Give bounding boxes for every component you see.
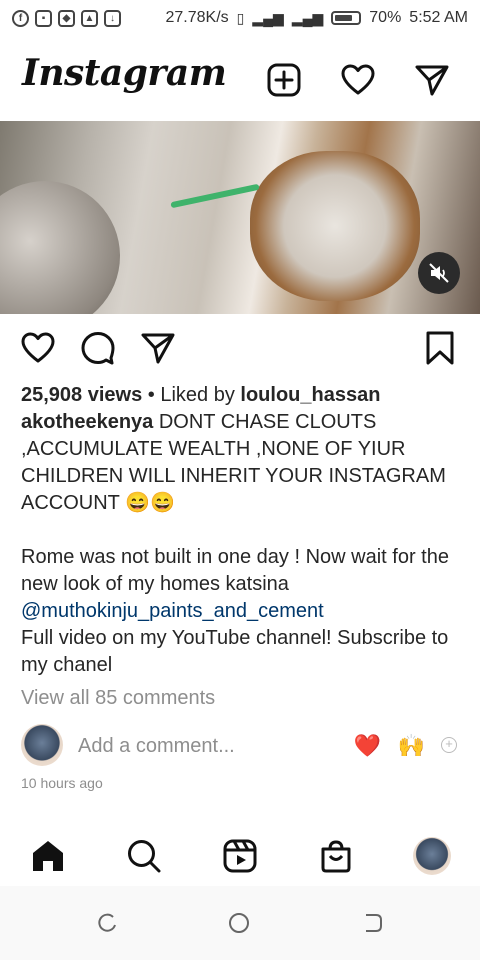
nav-shop[interactable] (316, 836, 356, 876)
battery-percent: 70% (369, 9, 402, 26)
back-icon[interactable] (362, 912, 384, 934)
signal-icon: ▂▄▆ (252, 9, 284, 26)
post-timestamp: 10 hours ago (21, 775, 103, 791)
caption-main: akotheekenya DONT CHASE CLOUTS ,ACCUMULA… (21, 409, 461, 517)
mute-button[interactable] (418, 252, 460, 294)
heart-emoji-button[interactable]: ❤️ (354, 733, 381, 759)
notification-icons: f ▪ ◆ ▲ ↓ (12, 9, 121, 27)
heart-icon[interactable] (340, 62, 376, 98)
post-caption: 25,908 views • Liked by loulou_hassan ak… (21, 382, 461, 679)
search-icon (128, 840, 161, 873)
instagram-logo[interactable]: Instagram (22, 52, 227, 94)
liked-by-user[interactable]: loulou_hassan (240, 384, 380, 406)
post-video[interactable] (0, 121, 480, 314)
shop-icon (321, 840, 351, 873)
new-post-icon[interactable] (266, 62, 302, 98)
gamepad-icon: ◆ (58, 9, 75, 27)
views-line: 25,908 views • Liked by loulou_hassan (21, 382, 461, 409)
video-frame-rock (250, 151, 420, 301)
caption-mention[interactable]: @muthokinju_paints_and_cement (21, 598, 461, 625)
nav-home[interactable] (28, 836, 68, 876)
status-right: 27.78K/s ▯ ▂▄▆ ▂▄▆ 70% 5:52 AM (165, 0, 468, 36)
muted-speaker-icon (429, 263, 449, 283)
nav-profile[interactable] (412, 836, 452, 876)
notification-app-icon: ▪ (35, 9, 52, 27)
more-emoji-icon[interactable]: + (441, 737, 457, 753)
clock: 5:52 AM (409, 9, 468, 26)
home-icon (33, 841, 63, 871)
battery-icon (331, 11, 362, 25)
recent-apps-icon[interactable] (96, 912, 118, 934)
liked-by-prefix: • Liked by (142, 384, 241, 406)
download-icon: ↓ (104, 9, 121, 27)
nav-search[interactable] (124, 836, 164, 876)
system-navigation-bar (0, 886, 480, 960)
comment-icon[interactable] (80, 330, 116, 366)
vibrate-icon: ▯ (236, 9, 245, 26)
video-frame-object (170, 183, 260, 209)
share-icon[interactable] (140, 330, 176, 366)
add-comment-row: Add a comment... ❤️ 🙌 + (21, 724, 461, 768)
caption-text-3: Full video on my YouTube channel! Subscr… (21, 627, 449, 676)
status-bar: f ▪ ◆ ▲ ↓ 27.78K/s ▯ ▂▄▆ ▂▄▆ 70% 5:52 AM (0, 0, 480, 36)
nav-reels[interactable] (220, 836, 260, 876)
image-icon: ▲ (81, 9, 98, 27)
bookmark-icon[interactable] (422, 330, 458, 366)
view-count[interactable]: 25,908 views (21, 384, 142, 406)
post-actions (0, 330, 480, 370)
video-frame-stone (0, 181, 120, 314)
signal-icon-2: ▂▄▆ (291, 9, 324, 26)
view-all-comments-link[interactable]: View all 85 comments (21, 687, 215, 710)
reels-icon (223, 839, 257, 873)
caption-text-2: Rome was not built in one day ! Now wait… (21, 546, 449, 595)
like-icon[interactable] (20, 330, 56, 366)
app-header: Instagram (0, 48, 480, 112)
post-author[interactable]: akotheekenya (21, 411, 153, 433)
raised-hands-emoji-button[interactable]: 🙌 (398, 733, 425, 759)
home-button-icon[interactable] (228, 912, 250, 934)
profile-avatar (413, 837, 451, 875)
user-avatar[interactable] (21, 724, 63, 766)
bottom-nav (0, 832, 480, 880)
network-speed: 27.78K/s (165, 9, 229, 26)
facebook-icon: f (12, 9, 29, 27)
add-comment-input[interactable]: Add a comment... (78, 735, 235, 758)
direct-message-icon[interactable] (414, 62, 450, 98)
